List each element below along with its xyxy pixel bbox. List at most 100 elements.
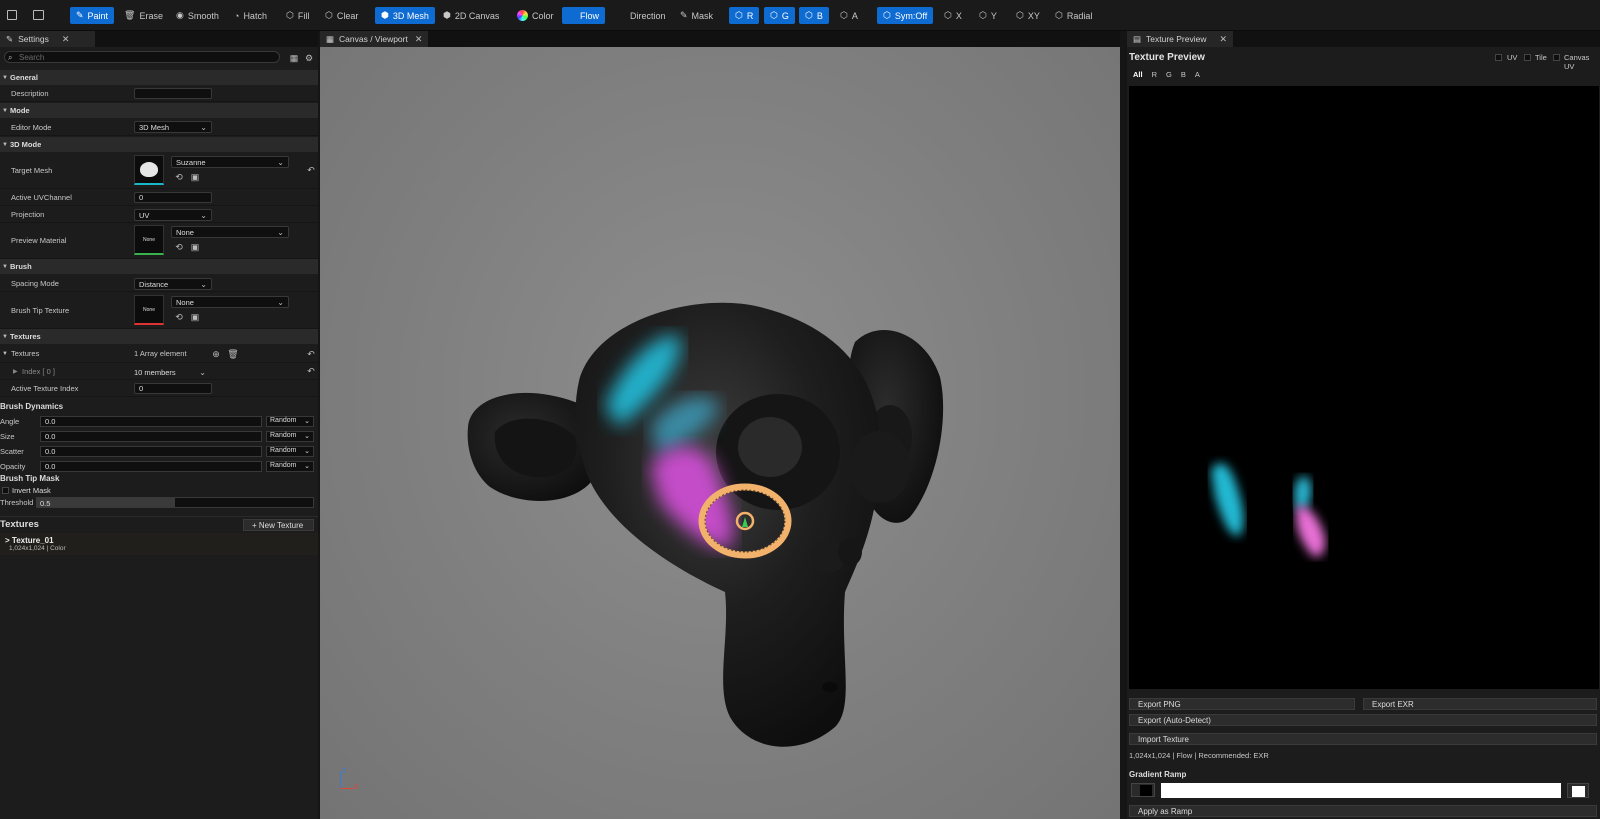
ramp-start-swatch[interactable] [1131, 783, 1155, 797]
symmetry-off-button[interactable]: ⬡ Sym:Off [877, 7, 934, 24]
threshold-slider[interactable]: 0.5 [36, 497, 314, 508]
flow-channel-button[interactable]: Flow [562, 7, 605, 24]
dynamics-mode-select[interactable]: Random ⌄ [266, 446, 314, 457]
close-icon[interactable]: ✕ [62, 34, 70, 45]
brush-tip-select[interactable]: None ⌄ [171, 296, 289, 308]
channel-r-tab[interactable]: R [1152, 70, 1157, 79]
hatch-tool-button[interactable]: ◔ Hatch [228, 7, 273, 24]
save-icon[interactable] [7, 10, 17, 20]
color-channel-button[interactable]: Color [511, 7, 560, 24]
clear-tool-button[interactable]: ⬡ Clear [319, 7, 364, 24]
chevron-down-icon[interactable]: ▼ [2, 351, 8, 357]
reset-icon[interactable]: ↶ [306, 349, 316, 359]
search-input[interactable]: ⌕ Search [4, 51, 280, 63]
active-uv-field[interactable]: 0 [134, 192, 212, 203]
symmetry-radial-button[interactable]: ⬡ Radial [1049, 7, 1098, 24]
smooth-tool-button[interactable]: ◉ Smooth [170, 7, 225, 24]
dynamics-mode-select[interactable]: Random ⌄ [266, 416, 314, 427]
section-3d-mode[interactable]: ▼ 3D Mode [0, 137, 318, 152]
close-icon[interactable]: ✕ [1220, 34, 1228, 45]
browse-icon[interactable]: ▣ [190, 172, 200, 182]
axis-x-label: X [354, 784, 359, 791]
browse-icon[interactable]: ▣ [190, 312, 200, 322]
chevron-right-icon[interactable]: ▶ [13, 368, 18, 375]
symmetry-x-button[interactable]: ⬡ X [938, 7, 968, 24]
gradient-ramp-bar[interactable] [1161, 783, 1561, 798]
channel-b-tab[interactable]: B [1181, 70, 1186, 79]
channel-tabs: All R G B A [1133, 70, 1200, 79]
2d-canvas-mode-button[interactable]: ⬢ 2D Canvas [437, 7, 505, 24]
save-as-icon[interactable] [33, 10, 44, 20]
texture-preview-image[interactable] [1129, 86, 1599, 689]
reset-icon[interactable]: ↶ [306, 165, 316, 175]
dynamics-value-field[interactable]: 0.0 [40, 446, 262, 457]
channel-all-tab[interactable]: All [1133, 70, 1143, 79]
export-png-button[interactable]: Export PNG [1129, 698, 1355, 710]
cube-icon: ⬡ [325, 10, 333, 20]
chevron-down-icon: ⌄ [200, 210, 207, 220]
dynamics-row: Scatter 0.0 Random ⌄ [0, 445, 318, 458]
use-selected-icon[interactable]: ⟲ [174, 312, 184, 322]
export-exr-button[interactable]: Export EXR [1363, 698, 1597, 710]
use-selected-icon[interactable]: ⟲ [174, 172, 184, 182]
spacing-mode-select[interactable]: Distance ⌄ [134, 278, 212, 290]
target-mesh-thumbnail[interactable] [134, 155, 164, 185]
mask-button[interactable]: ✎ Mask [674, 7, 719, 24]
section-brush[interactable]: ▼ Brush [0, 259, 318, 274]
canvas-uv-checkbox[interactable] [1553, 54, 1560, 61]
grid-view-icon[interactable]: ▦ [289, 53, 299, 63]
brush-tip-thumbnail[interactable]: None [134, 295, 164, 325]
3d-mesh-mode-button[interactable]: ⬢ 3D Mesh [375, 7, 435, 24]
channel-g-tab[interactable]: G [1166, 70, 1172, 79]
description-field[interactable] [134, 88, 212, 99]
channel-b-toggle[interactable]: ⬡ B [799, 7, 829, 24]
dynamics-value-field[interactable]: 0.0 [40, 431, 262, 442]
index-members-select[interactable]: 10 members ⌄ [130, 366, 210, 378]
projection-select[interactable]: UV ⌄ [134, 209, 212, 221]
section-general[interactable]: ▼ General [0, 70, 318, 85]
import-texture-button[interactable]: Import Texture [1129, 733, 1597, 745]
preview-material-thumbnail[interactable]: None [134, 225, 164, 255]
invert-mask-checkbox[interactable] [2, 487, 9, 494]
panel-splitter[interactable] [1120, 31, 1127, 819]
tile-checkbox[interactable] [1524, 54, 1531, 61]
channel-r-toggle[interactable]: ⬡ R [729, 7, 760, 24]
export-auto-button[interactable]: Export (Auto-Detect) [1129, 714, 1597, 726]
dynamics-mode-select[interactable]: Random ⌄ [266, 431, 314, 442]
uv-checkbox[interactable] [1495, 54, 1502, 61]
texture-list-item[interactable]: > Texture_01 1,024x1,024 | Color [0, 533, 318, 555]
section-mode[interactable]: ▼ Mode [0, 103, 318, 118]
gear-icon[interactable]: ⚙ [304, 53, 314, 63]
section-textures[interactable]: ▼ Textures [0, 329, 318, 344]
cube-icon: ⬡ [286, 10, 294, 20]
new-texture-button[interactable]: + New Texture [243, 519, 314, 531]
erase-tool-button[interactable]: 🗑 Erase [118, 7, 169, 24]
close-icon[interactable]: ✕ [415, 34, 423, 45]
dynamics-value-field[interactable]: 0.0 [40, 461, 262, 472]
trash-icon[interactable]: 🗑 [227, 349, 238, 359]
use-selected-icon[interactable]: ⟲ [174, 242, 184, 252]
tab-canvas-viewport[interactable]: ▦ Canvas / Viewport ✕ [320, 31, 429, 47]
tab-texture-preview[interactable]: ▤ Texture Preview ✕ [1127, 31, 1234, 47]
active-texture-index-field[interactable]: 0 [134, 383, 212, 394]
channel-a-tab[interactable]: A [1195, 70, 1200, 79]
reset-icon[interactable]: ↶ [306, 366, 316, 376]
target-mesh-select[interactable]: Suzanne ⌄ [171, 156, 289, 168]
browse-icon[interactable]: ▣ [190, 242, 200, 252]
symmetry-y-button[interactable]: ⬡ Y [973, 7, 1003, 24]
ramp-end-swatch[interactable] [1567, 783, 1589, 798]
preview-material-select[interactable]: None ⌄ [171, 226, 289, 238]
dynamics-mode-select[interactable]: Random ⌄ [266, 461, 314, 472]
fill-tool-button[interactable]: ⬡ Fill [280, 7, 315, 24]
paint-tool-button[interactable]: ✎ Paint [70, 7, 115, 24]
editor-mode-select[interactable]: 3D Mesh ⌄ [134, 121, 212, 133]
channel-g-toggle[interactable]: ⬡ G [764, 7, 795, 24]
add-element-icon[interactable]: ⊕ [211, 349, 221, 359]
symmetry-xy-button[interactable]: ⬡ XY [1010, 7, 1046, 24]
direction-button[interactable]: Direction [624, 7, 672, 24]
tab-settings[interactable]: ✎ Settings ✕ [0, 31, 95, 47]
channel-a-toggle[interactable]: ⬡ A [834, 7, 864, 24]
viewport-canvas[interactable]: Z X [320, 47, 1120, 819]
apply-as-ramp-button[interactable]: Apply as Ramp [1129, 805, 1597, 817]
dynamics-value-field[interactable]: 0.0 [40, 416, 262, 427]
